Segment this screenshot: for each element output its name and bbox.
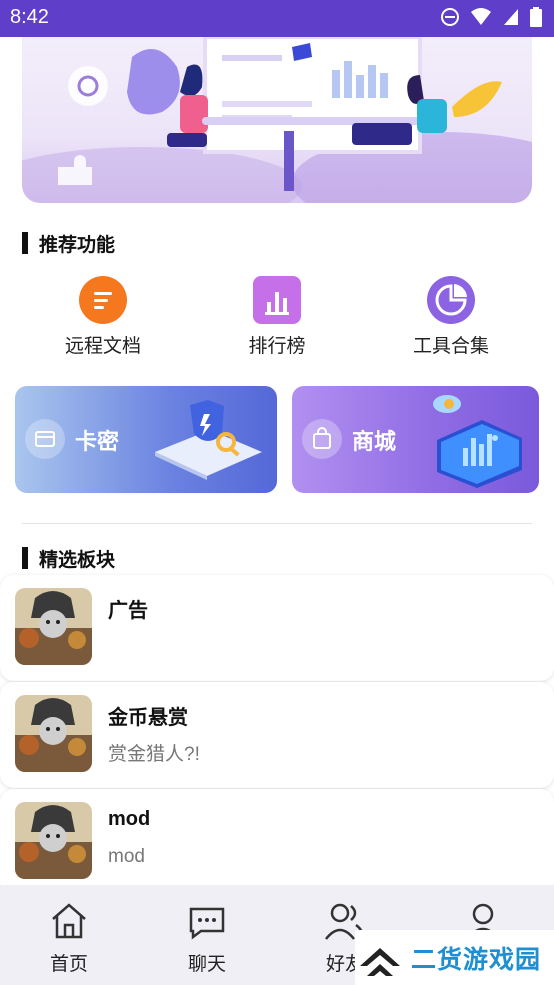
section-marker — [22, 232, 28, 254]
battery-icon — [530, 7, 542, 27]
watermark-text: 二货游戏园 — [411, 944, 542, 974]
pie-chart-icon — [427, 276, 475, 324]
wifi-icon — [471, 8, 491, 25]
feature-label: 远程文档 — [64, 335, 141, 357]
section-marker — [22, 547, 28, 569]
banner-image[interactable] — [22, 37, 532, 203]
watermark: 二货游戏园 — [355, 930, 554, 985]
signal-icon — [504, 9, 518, 25]
item-name: 广告 — [108, 600, 148, 622]
feature-label: 工具合集 — [412, 335, 489, 357]
status-icons — [440, 7, 542, 27]
shop-card[interactable]: 商城 — [292, 386, 539, 493]
avatar — [15, 695, 92, 772]
chat-icon — [189, 907, 225, 940]
list-item[interactable]: mod mod — [0, 789, 554, 895]
status-time: 8:42 — [10, 6, 49, 28]
status-bar: 8:42 — [0, 0, 554, 37]
ranking-icon — [253, 276, 301, 324]
item-name: mod — [108, 808, 151, 830]
item-desc: mod — [108, 846, 145, 867]
card-key-card[interactable]: 卡密 — [15, 386, 277, 493]
shield-search-illustration — [155, 400, 262, 480]
laptop-chart-illustration — [433, 395, 522, 488]
list-item[interactable]: 金币悬赏 赏金猎人?! — [0, 682, 554, 788]
card-label: 卡密 — [75, 430, 120, 455]
doc-icon — [79, 276, 127, 324]
shop-bag-icon — [302, 419, 342, 459]
feature-remote-docs[interactable]: 远程文档 — [23, 276, 183, 358]
section-recommended-title: 推荐功能 — [39, 233, 116, 256]
section-featured: 精选板块 — [22, 545, 115, 571]
nav-home[interactable]: 首页 — [0, 885, 138, 985]
feature-label: 排行榜 — [248, 335, 306, 357]
banner-illustration — [22, 37, 532, 203]
dnd-icon — [441, 8, 459, 26]
nav-chat[interactable]: 聊天 — [138, 885, 276, 985]
section-recommended: 推荐功能 — [22, 230, 115, 256]
card-key-icon — [25, 419, 65, 459]
avatar — [15, 588, 92, 665]
item-desc: 赏金猎人?! — [108, 744, 200, 765]
card-label: 商城 — [352, 430, 397, 455]
home-icon — [52, 903, 86, 939]
nav-label: 聊天 — [187, 953, 226, 975]
nav-label: 首页 — [49, 953, 88, 975]
feature-ranking[interactable]: 排行榜 — [197, 276, 357, 358]
section-divider — [22, 523, 532, 524]
section-featured-title: 精选板块 — [39, 548, 116, 571]
list-item[interactable]: 广告 — [0, 575, 554, 681]
avatar — [15, 802, 92, 879]
item-name: 金币悬赏 — [108, 707, 188, 729]
chevron-up-logo-icon — [360, 947, 400, 976]
feature-tools[interactable]: 工具合集 — [371, 276, 531, 358]
